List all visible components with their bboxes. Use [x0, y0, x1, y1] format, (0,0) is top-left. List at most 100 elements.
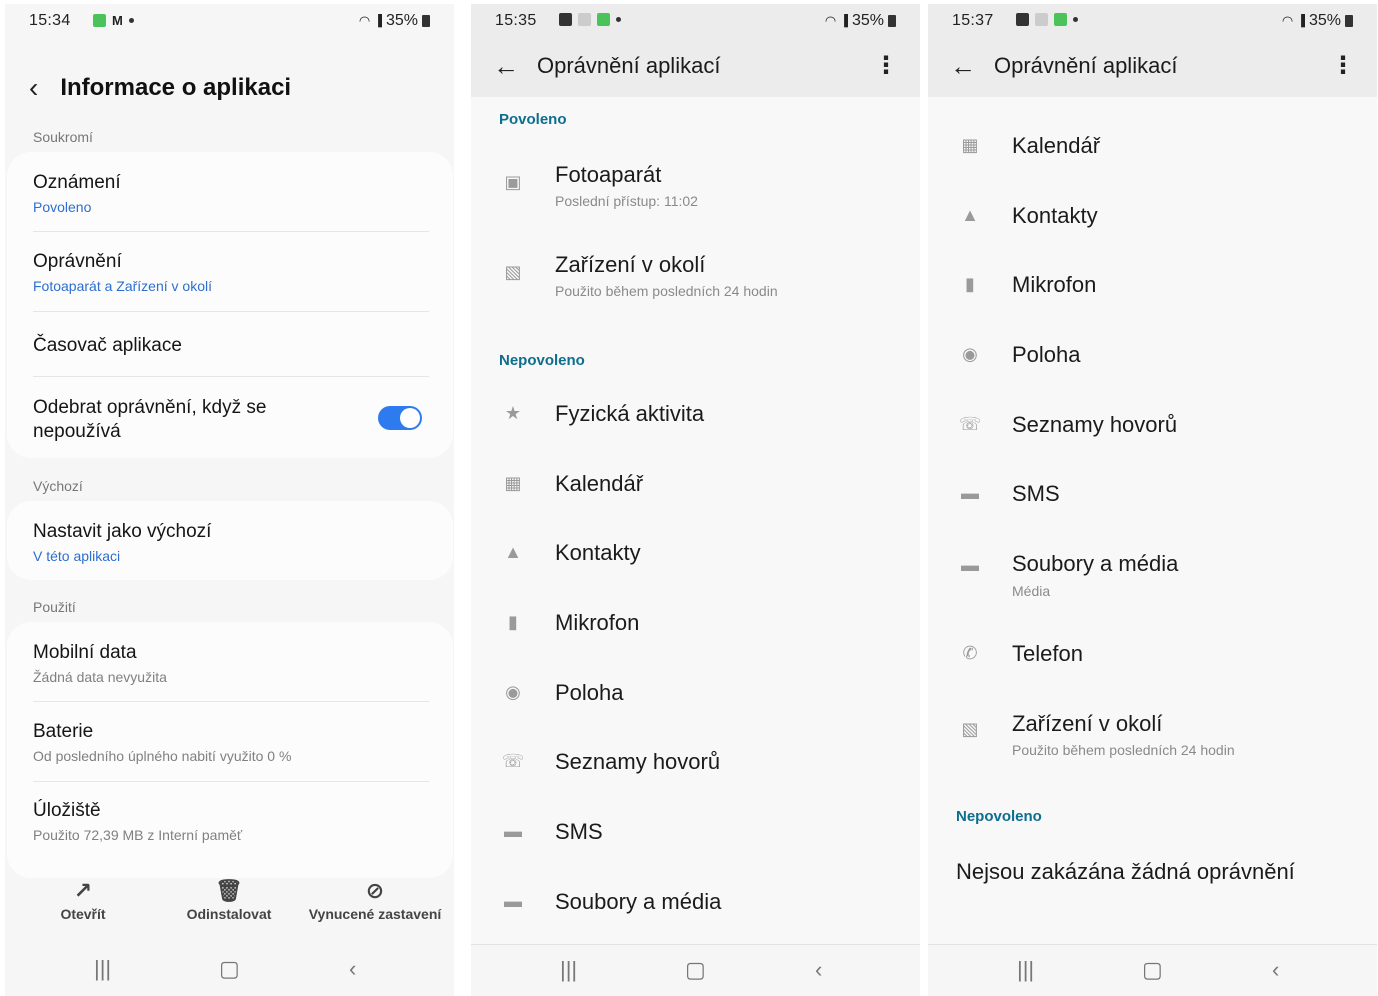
- app-permissions-screen: 15:35 ◠ ▐ 35% ← Oprávnění aplikací ⋮ Pov…: [471, 4, 920, 996]
- open-button[interactable]: ↗ Otevřít: [41, 876, 125, 922]
- permission-name: Mikrofon: [555, 610, 640, 635]
- more-notifications-icon: [1073, 17, 1078, 22]
- force-stop-label: Vynucené zastavení: [308, 906, 442, 922]
- permission-camera[interactable]: ▣ Fotoaparát Poslední přístup: 11:02: [471, 155, 920, 225]
- permission-name: Kontakty: [1012, 203, 1098, 228]
- back-arrow-icon[interactable]: ←: [950, 51, 976, 82]
- remove-permissions-toggle[interactable]: [378, 406, 422, 430]
- back-nav-icon[interactable]: ‹: [815, 957, 822, 983]
- status-bar: 15:34 M ◠ ▐ 35%: [5, 4, 454, 38]
- more-options-icon[interactable]: ⋮: [1331, 51, 1355, 80]
- permission-nearby-devices[interactable]: ▧ Zařízení v okolí Použito během posledn…: [928, 697, 1377, 767]
- battery-icon: [422, 15, 430, 27]
- folder-icon: ▬: [961, 555, 979, 575]
- permission-microphone[interactable]: ▮ Mikrofon: [471, 604, 920, 644]
- permission-calendar[interactable]: ▦ Kalendář: [471, 465, 920, 505]
- app-notification-icon: [93, 14, 106, 27]
- remove-permissions-row[interactable]: Odebrat oprávnění, když se nepoužívá: [33, 396, 357, 444]
- permission-sms[interactable]: ▬ SMS: [928, 475, 1377, 515]
- back-nav-icon[interactable]: ‹: [349, 956, 356, 982]
- permissions-row[interactable]: Oprávnění Fotoaparát a Zařízení v okolí: [33, 251, 429, 294]
- permission-location[interactable]: ◉ Poloha: [471, 674, 920, 714]
- force-stop-button[interactable]: ⊘ Vynucené zastavení: [305, 876, 445, 922]
- contacts-icon: ▲: [504, 542, 522, 562]
- section-defaults: Výchozí: [33, 478, 83, 494]
- nearby-devices-icon: ▧: [961, 719, 979, 739]
- permission-sub: Média: [1012, 583, 1051, 599]
- battery-icon: [1345, 15, 1353, 27]
- permission-contacts[interactable]: ▲ Kontakty: [928, 197, 1377, 237]
- no-denied-permissions: Nejsou zakázána žádná oprávnění: [956, 859, 1295, 884]
- denied-header: Nepovoleno: [956, 808, 1042, 825]
- permission-contacts[interactable]: ▲ Kontakty: [471, 534, 920, 574]
- battery-level: 35%: [851, 12, 884, 29]
- permission-physical-activity[interactable]: ★ Fyzická aktivita: [471, 395, 920, 435]
- open-label: Otevřít: [60, 906, 106, 922]
- permission-phone[interactable]: ✆ Telefon: [928, 635, 1377, 675]
- bottom-actions: ↗ Otevřít 🗑︎ Odinstalovat ⊘ Vynucené zas…: [5, 876, 454, 940]
- trash-icon: 🗑︎: [215, 878, 243, 903]
- app-notification-icon: [1054, 13, 1067, 26]
- set-default-row[interactable]: Nastavit jako výchozí V této aplikaci: [33, 521, 429, 564]
- permission-microphone[interactable]: ▮ Mikrofon: [928, 266, 1377, 306]
- permission-list: ▦ Kalendář ▲ Kontakty ▮ Mikrofon ◉ Poloh…: [928, 97, 1377, 944]
- remove-permissions-title: Odebrat oprávnění, když se nepoužívá: [33, 397, 267, 442]
- app-notification-icon: [597, 13, 610, 26]
- divider: [33, 376, 429, 377]
- battery-sub: Od posledního úplného nabití využito 0 %: [33, 748, 292, 764]
- uninstall-button[interactable]: 🗑︎ Odinstalovat: [177, 876, 281, 922]
- permission-nearby-devices[interactable]: ▧ Zařízení v okolí Použito během posledn…: [471, 245, 920, 315]
- home-icon[interactable]: ▢: [1142, 957, 1163, 983]
- permission-calendar[interactable]: ▦ Kalendář: [928, 127, 1377, 167]
- recent-apps-icon[interactable]: |||: [1017, 957, 1034, 983]
- battery-row[interactable]: Baterie Od posledního úplného nabití vyu…: [33, 721, 429, 764]
- navigation-bar: ||| ▢ ‹: [928, 944, 1377, 996]
- back-arrow-icon[interactable]: ←: [493, 51, 519, 82]
- app-bar: ← Oprávnění aplikací ⋮: [471, 38, 920, 97]
- set-default-sub: V této aplikaci: [33, 548, 121, 564]
- recent-apps-icon[interactable]: |||: [94, 956, 111, 982]
- nearby-devices-icon: ▧: [504, 262, 522, 282]
- navigation-bar: ||| ▢ ‹: [471, 944, 920, 996]
- navigation-bar: ||| ▢ ‹: [5, 944, 454, 996]
- permission-name: Soubory a média: [555, 889, 722, 914]
- mobile-data-sub: Žádná data nevyužita: [33, 669, 167, 685]
- permission-name: Telefon: [1012, 641, 1083, 666]
- permission-name: Fyzická aktivita: [555, 401, 705, 426]
- app-timer-row[interactable]: Časovač aplikace: [33, 335, 429, 357]
- permission-name: SMS: [1012, 481, 1060, 506]
- mobile-data-row[interactable]: Mobilní data Žádná data nevyužita: [33, 642, 429, 685]
- permission-location[interactable]: ◉ Poloha: [928, 336, 1377, 376]
- permissions-sub: Fotoaparát a Zařízení v okolí: [33, 278, 212, 294]
- app-permissions-screen-scrolled: 15:37 ◠ ▐ 35% ← Oprávnění aplikací ⋮ ▦ K…: [928, 4, 1377, 996]
- permission-call-logs[interactable]: ☏ Seznamy hovorů: [471, 743, 920, 783]
- usage-card: Mobilní data Žádná data nevyužita Bateri…: [7, 622, 453, 878]
- page-header: ‹ Informace o aplikaci: [29, 74, 291, 102]
- app-bar: ← Oprávnění aplikací ⋮: [928, 38, 1377, 97]
- privacy-card: Oznámení Povoleno Oprávnění Fotoaparát a…: [7, 152, 453, 458]
- battery-icon: [888, 15, 896, 27]
- page-title: Oprávnění aplikací: [537, 53, 721, 78]
- back-icon[interactable]: ‹: [29, 74, 38, 102]
- storage-row[interactable]: Úložiště Použito 72,39 MB z Interní pamě…: [33, 800, 429, 843]
- home-icon[interactable]: ▢: [685, 957, 706, 983]
- permission-call-logs[interactable]: ☏ Seznamy hovorů: [928, 406, 1377, 446]
- battery-title: Baterie: [33, 721, 94, 742]
- recent-apps-icon[interactable]: |||: [560, 957, 577, 983]
- storage-title: Úložiště: [33, 800, 101, 821]
- permission-sms[interactable]: ▬ SMS: [471, 813, 920, 853]
- permission-name: Fotoaparát: [555, 162, 662, 187]
- notifications-row[interactable]: Oznámení Povoleno: [33, 172, 429, 215]
- permission-files-media[interactable]: ▬ Soubory a média Média: [928, 537, 1377, 607]
- location-icon: ◉: [505, 682, 521, 702]
- permission-files-media[interactable]: ▬ Soubory a média: [471, 883, 920, 923]
- divider: [33, 311, 429, 312]
- gallery-notification-icon: [559, 13, 572, 26]
- back-nav-icon[interactable]: ‹: [1272, 957, 1279, 983]
- call-log-icon: ☏: [501, 751, 525, 771]
- signal-icon: ▐: [1297, 15, 1305, 27]
- more-notifications-icon: [128, 18, 134, 23]
- home-icon[interactable]: ▢: [219, 956, 240, 982]
- call-log-icon: ☏: [958, 414, 982, 434]
- more-options-icon[interactable]: ⋮: [874, 51, 898, 80]
